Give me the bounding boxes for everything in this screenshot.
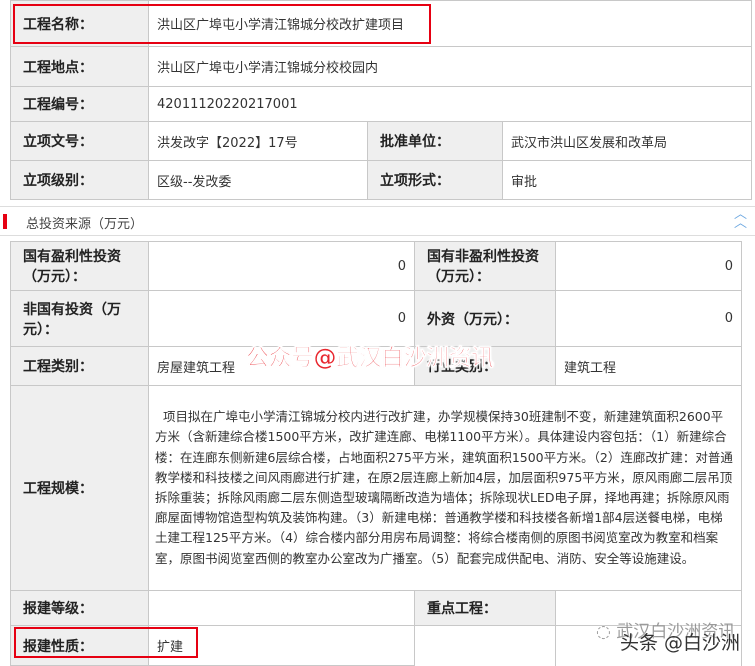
state-nonprofit-value: 0: [555, 241, 742, 291]
empty-cell: [414, 625, 556, 666]
key-project-label: 重点工程：: [414, 590, 556, 626]
report-level-value: [148, 590, 415, 626]
state-profit-label: 国有盈利性投资（万元）：: [10, 241, 149, 291]
row-scale: 工程规模： 项目拟在广埠屯小学清江锦城分校内进行改扩建，办学规模保持30班建制不…: [10, 385, 742, 591]
wechat-icon: ◌: [596, 622, 617, 642]
state-nonprofit-label: 国有非盈利性投资（万元）：: [414, 241, 556, 291]
level-label: 立项级别：: [10, 160, 149, 200]
project-info-table: 工程名称： 洪山区广埠屯小学清江锦城分校改扩建项目 工程地点： 洪山区广埠屯小学清江…: [10, 0, 752, 200]
row-approval: 立项文号： 洪发改字【2022】17号 批准单位： 武汉市洪山区发展和改革局: [10, 121, 752, 161]
section-marker: [3, 214, 7, 229]
state-profit-value: 0: [148, 241, 415, 291]
category-label: 工程类别：: [10, 346, 149, 386]
approval-no-label: 立项文号：: [10, 121, 149, 161]
project-location-label: 工程地点：: [10, 46, 149, 87]
approval-unit-value: 武汉市洪山区发展和改革局: [502, 121, 752, 161]
report-nature-label: 报建性质：: [10, 625, 149, 666]
project-name-label: 工程名称：: [10, 0, 149, 47]
watermark-main: 公众号@武汉白沙洲资讯: [246, 345, 495, 372]
approval-no-value: 洪发改字【2022】17号: [148, 121, 368, 161]
foreign-value: 0: [555, 290, 742, 347]
row-level: 立项级别： 区级--发改委 立项形式： 审批: [10, 160, 752, 200]
section-title: 总投资来源（万元）: [26, 217, 144, 232]
watermark-corner-bottom: 头条 @白沙洲: [620, 632, 741, 654]
row-project-location: 工程地点： 洪山区广埠屯小学清江锦城分校校园内: [10, 46, 752, 87]
row-state-investment: 国有盈利性投资（万元）： 0 国有非盈利性投资（万元）： 0: [10, 241, 742, 291]
level-value: 区级--发改委: [148, 160, 368, 200]
row-project-number: 工程编号： 42011120220217001: [10, 86, 752, 122]
form-value: 审批: [502, 160, 752, 200]
scale-label: 工程规模：: [10, 385, 149, 591]
report-level-label: 报建等级：: [10, 590, 149, 626]
scale-value: 项目拟在广埠屯小学清江锦城分校内进行改扩建，办学规模保持30班建制不变，新建建筑…: [148, 385, 742, 591]
project-number-label: 工程编号：: [10, 86, 149, 122]
non-state-label: 非国有投资（万元）：: [10, 290, 149, 347]
section-header-investment[interactable]: 总投资来源（万元） ︿ ︿: [0, 206, 755, 236]
form-label: 立项形式：: [367, 160, 503, 200]
report-nature-value: 扩建: [148, 625, 415, 666]
double-chevron-up-icon[interactable]: ︿ ︿: [734, 208, 747, 230]
approval-unit-label: 批准单位：: [367, 121, 503, 161]
row-project-name: 工程名称： 洪山区广埠屯小学清江锦城分校改扩建项目: [10, 0, 752, 47]
industry-value: 建筑工程: [555, 346, 742, 386]
project-location-value: 洪山区广埠屯小学清江锦城分校校园内: [148, 46, 752, 87]
project-number-value: 42011120220217001: [148, 86, 752, 122]
investment-table: 国有盈利性投资（万元）： 0 国有非盈利性投资（万元）： 0 非国有投资（万元）： 0 外…: [10, 241, 742, 666]
project-name-value: 洪山区广埠屯小学清江锦城分校改扩建项目: [148, 0, 752, 47]
